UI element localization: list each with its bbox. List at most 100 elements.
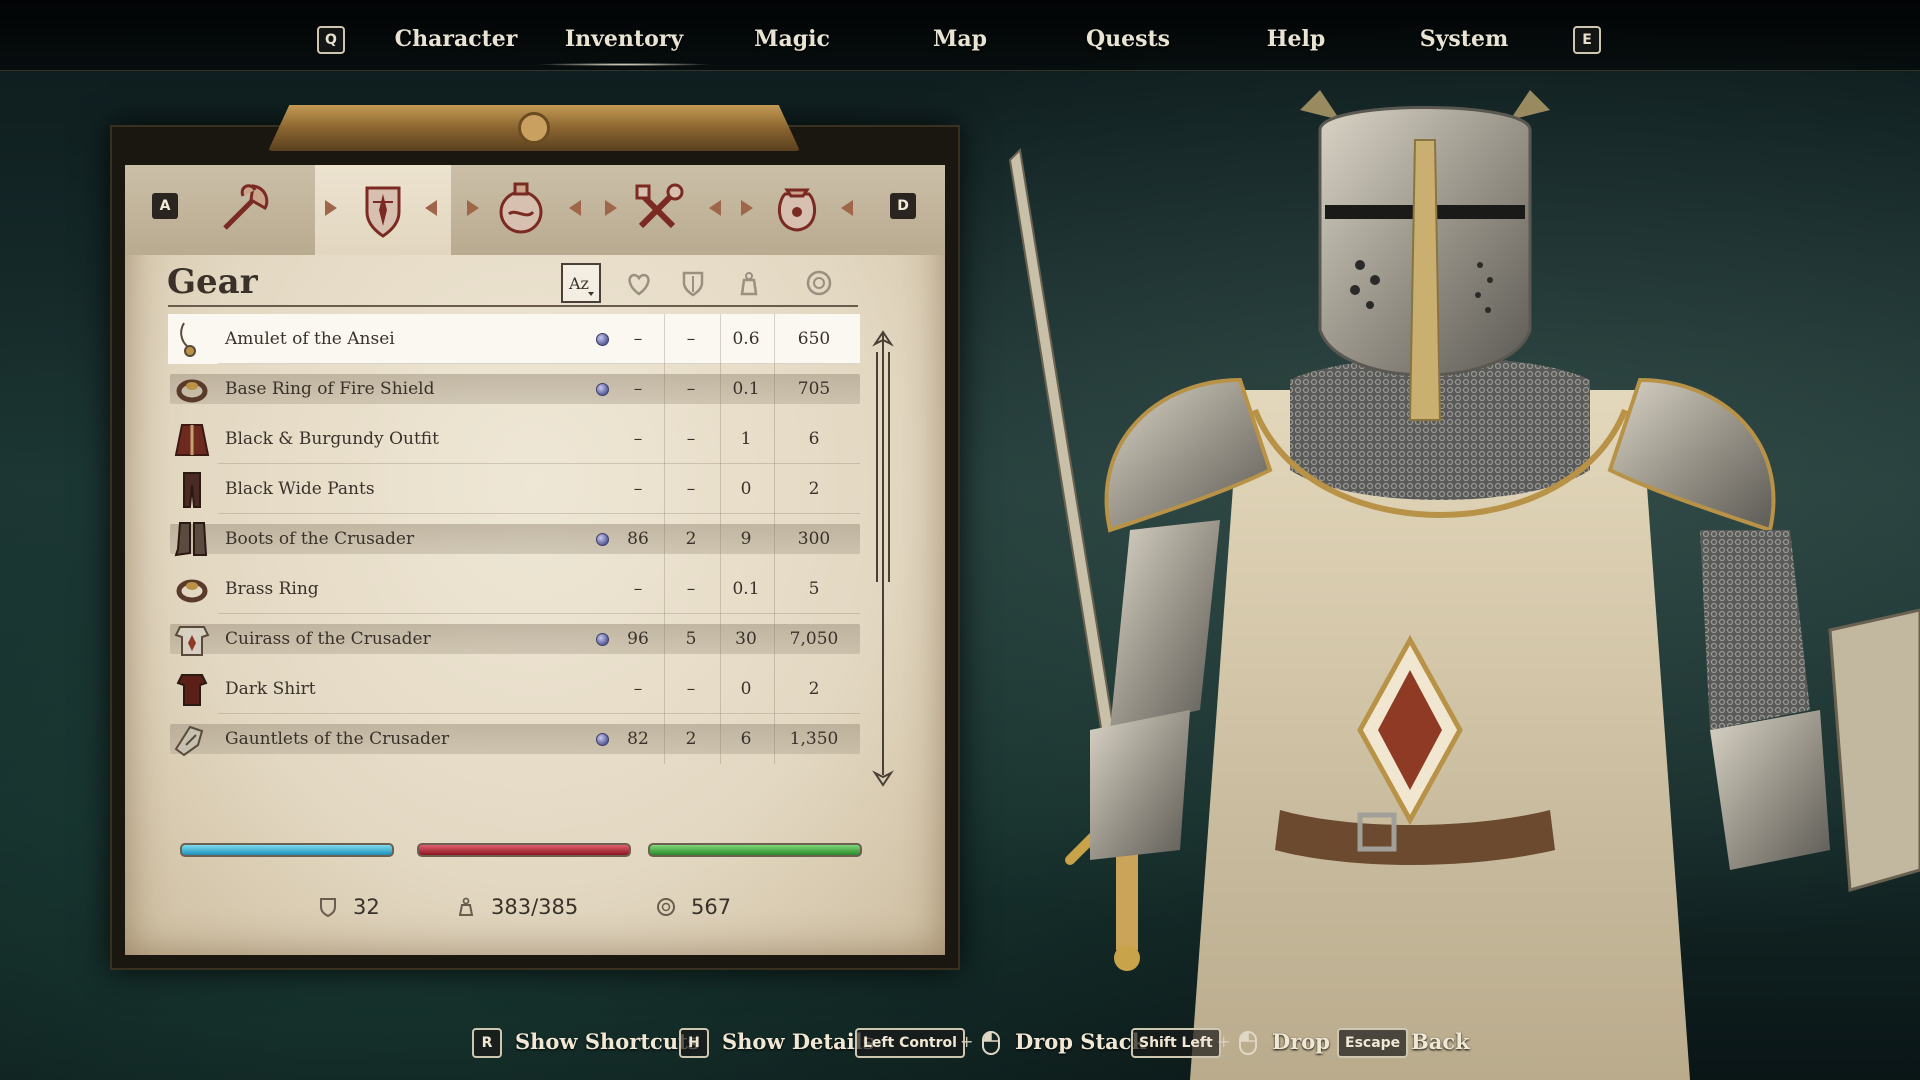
nav-prev-key[interactable]: Q — [317, 26, 345, 54]
drop-stack-label[interactable]: Drop Stack — [1015, 1029, 1146, 1054]
category-weapons[interactable] — [177, 165, 313, 251]
sort-health-button[interactable] — [619, 263, 659, 303]
show-shortcuts-label[interactable]: Show Shortcuts — [515, 1029, 700, 1054]
scrollbar-thumb[interactable] — [876, 352, 890, 582]
weight-icon — [455, 896, 477, 918]
item-rating: – — [615, 479, 661, 499]
sort-alpha-button[interactable]: Az — [561, 263, 601, 303]
item-name: Dark Shirt — [225, 679, 316, 699]
item-weight: 6 — [723, 729, 769, 749]
stamina-bar — [648, 843, 862, 857]
sort-alpha-icon: Az — [566, 268, 596, 298]
item-rating: 86 — [615, 529, 661, 549]
column-divider — [774, 714, 775, 764]
mouse-icon — [981, 1030, 1001, 1056]
gold-stat: 567 — [655, 895, 731, 919]
sort-armor-button[interactable] — [673, 263, 713, 303]
nav-next-key[interactable]: E — [1573, 26, 1601, 54]
sort-value-button[interactable] — [799, 263, 839, 303]
item-name: Cuirass of the Crusader — [225, 629, 431, 649]
weapons-icon — [215, 178, 275, 238]
tab-help[interactable]: Help — [1267, 26, 1326, 56]
boots-icon — [172, 519, 212, 559]
item-rating: – — [615, 379, 661, 399]
category-prev-key[interactable]: A — [152, 193, 178, 219]
show-details-label[interactable]: Show Details — [722, 1029, 875, 1054]
item-weight: 1 — [723, 429, 769, 449]
misc-bag-icon — [767, 178, 827, 238]
tab-inventory[interactable]: Inventory — [565, 26, 683, 56]
sort-weight-button[interactable] — [729, 263, 769, 303]
separator-arrow-icon — [741, 200, 753, 216]
item-name: Brass Ring — [225, 579, 319, 599]
tab-map[interactable]: Map — [933, 26, 987, 56]
list-item[interactable]: Amulet of the Ansei––0.6650 — [168, 314, 860, 364]
shortcut-key-r[interactable]: R — [472, 1028, 502, 1058]
apparel-icon — [353, 180, 413, 240]
list-item[interactable]: Brass Ring––0.15 — [168, 564, 860, 614]
column-divider — [664, 664, 665, 714]
item-armor: – — [668, 579, 714, 599]
shortcut-key-h[interactable]: H — [679, 1028, 709, 1058]
list-item[interactable]: Dark Shirt––02 — [168, 664, 860, 714]
carry-weight-value: 383/385 — [491, 895, 578, 919]
mouse-icon — [1238, 1030, 1258, 1056]
helmet-nasal-cross — [1410, 140, 1440, 420]
item-armor: – — [668, 679, 714, 699]
back-label[interactable]: Back — [1411, 1029, 1470, 1054]
scroll-down-icon[interactable] — [872, 765, 894, 787]
right-vambrace — [1710, 710, 1830, 870]
shirt-icon — [172, 669, 212, 709]
item-weight: 0 — [723, 679, 769, 699]
item-weight: 0.1 — [723, 379, 769, 399]
tab-character[interactable]: Character — [395, 26, 518, 56]
tab-quests[interactable]: Quests — [1086, 26, 1170, 56]
carry-weight-stat: 383/385 — [455, 895, 578, 919]
helmet-wing-right — [1510, 90, 1550, 120]
pants-icon — [172, 469, 212, 509]
list-item[interactable]: Black Wide Pants––02 — [168, 464, 860, 514]
cuirass-icon — [172, 619, 212, 659]
shortcut-key-left-control[interactable]: Left Control — [855, 1028, 965, 1058]
category-next-key[interactable]: D — [890, 193, 916, 219]
item-name: Boots of the Crusader — [225, 529, 414, 549]
list-item[interactable]: Black & Burgundy Outfit––16 — [168, 414, 860, 464]
separator-arrow-icon — [605, 200, 617, 216]
column-divider — [774, 414, 775, 464]
separator-arrow-icon — [569, 200, 581, 216]
item-value: 1,350 — [780, 729, 848, 749]
column-divider — [720, 564, 721, 614]
column-divider — [774, 514, 775, 564]
separator-arrow-icon — [709, 200, 721, 216]
shortcut-key-escape[interactable]: Escape — [1337, 1028, 1408, 1058]
item-weight: 0.1 — [723, 579, 769, 599]
list-item[interactable]: Gauntlets of the Crusader82261,350 — [168, 714, 860, 764]
drop-label[interactable]: Drop — [1272, 1029, 1330, 1054]
column-divider — [664, 614, 665, 664]
column-divider — [720, 514, 721, 564]
header-divider — [168, 305, 858, 307]
tab-magic[interactable]: Magic — [754, 26, 830, 56]
value-icon — [804, 268, 834, 298]
tools-icon — [629, 178, 689, 238]
item-name: Black Wide Pants — [225, 479, 375, 499]
list-item[interactable]: Cuirass of the Crusader965307,050 — [168, 614, 860, 664]
left-arm-armor — [1110, 520, 1220, 730]
tab-system[interactable]: System — [1420, 26, 1509, 56]
column-divider — [720, 714, 721, 764]
gold-coin-icon — [655, 896, 677, 918]
list-item[interactable]: Boots of the Crusader8629300 — [168, 514, 860, 564]
helmet-wing-left — [1300, 90, 1340, 120]
item-weight: 0.6 — [723, 329, 769, 349]
list-item[interactable]: Base Ring of Fire Shield––0.1705 — [168, 364, 860, 414]
armor-icon — [317, 896, 339, 918]
enchanted-icon — [596, 333, 609, 346]
column-divider — [720, 614, 721, 664]
item-value: 5 — [780, 579, 848, 599]
item-name: Gauntlets of the Crusader — [225, 729, 449, 749]
item-weight: 0 — [723, 479, 769, 499]
item-name: Amulet of the Ansei — [225, 329, 395, 349]
alchemy-icon — [491, 178, 551, 238]
shortcut-key-shift-left[interactable]: Shift Left — [1131, 1028, 1221, 1058]
ring-icon — [172, 569, 212, 609]
